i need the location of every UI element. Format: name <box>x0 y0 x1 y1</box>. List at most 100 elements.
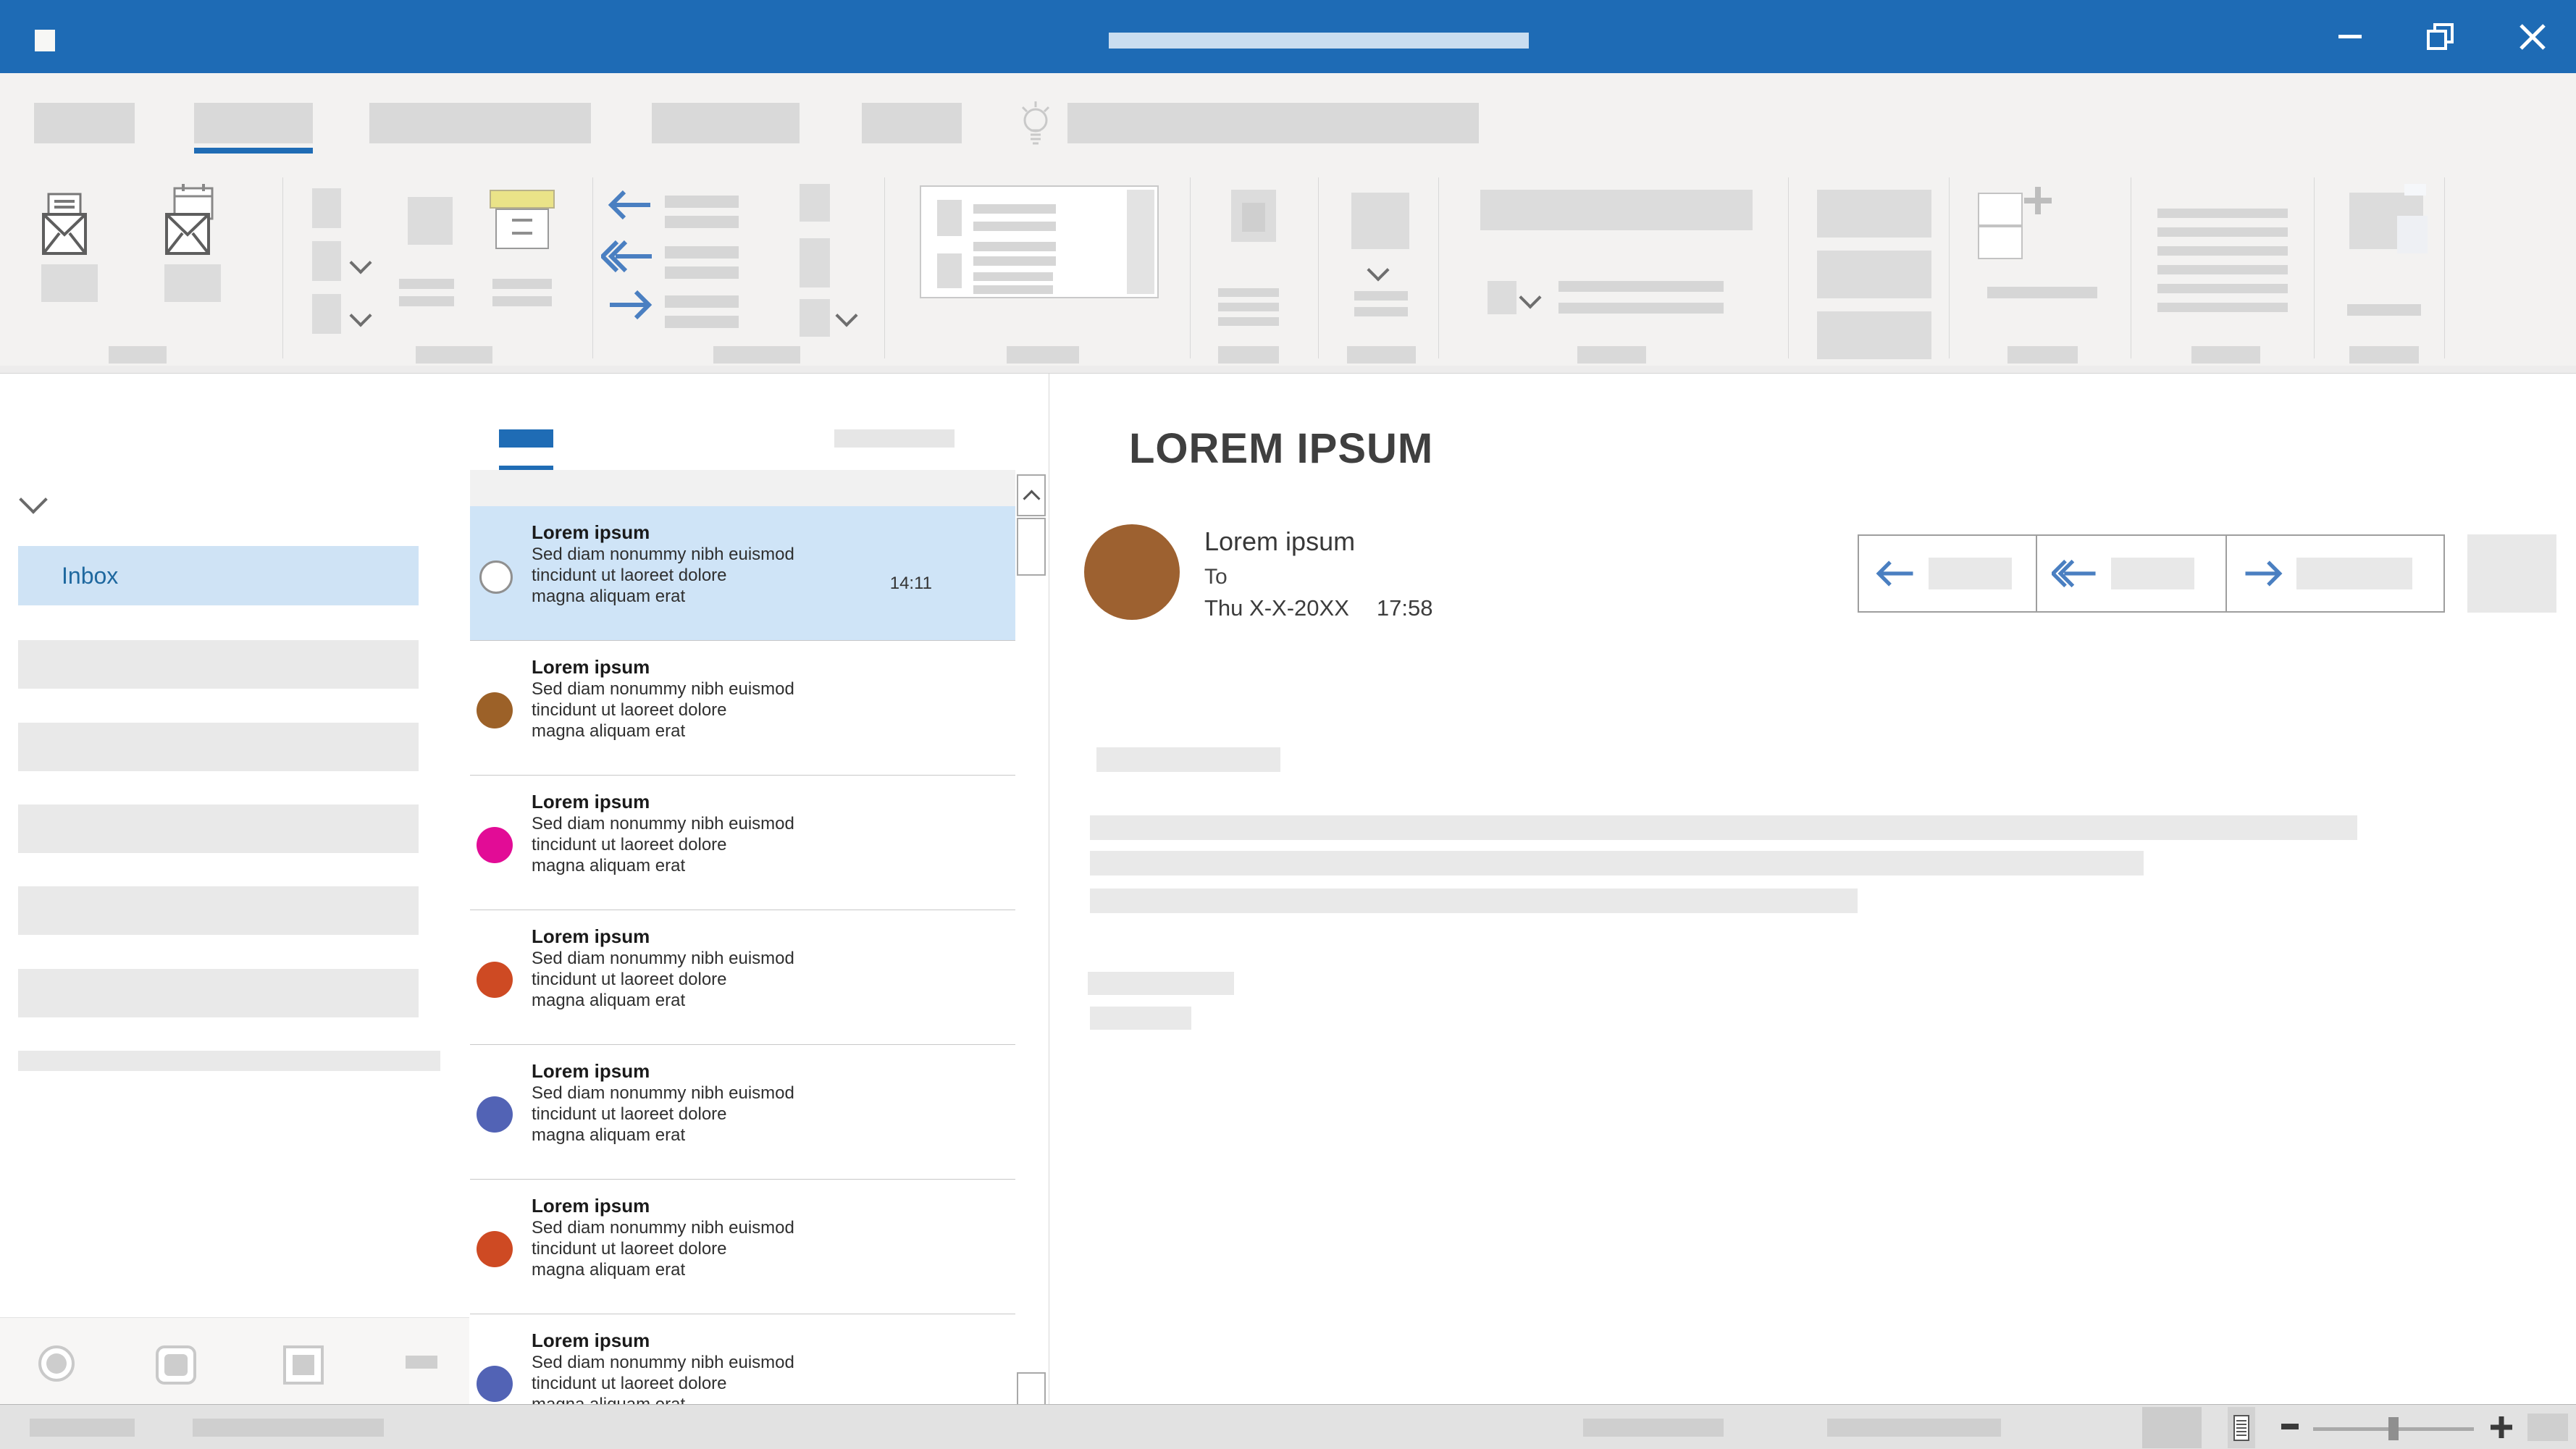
quick-steps-box[interactable] <box>920 185 1159 298</box>
cleanup-button-placeholder[interactable] <box>312 241 341 281</box>
email-list-item[interactable]: Lorem ipsum Sed diam nonummy nibh euismo… <box>470 776 1015 910</box>
ribbon-tab-view[interactable] <box>862 103 962 143</box>
email-list-item[interactable]: Lorem ipsum Sed diam nonummy nibh euismo… <box>470 1180 1015 1314</box>
reply-label-line <box>665 196 739 208</box>
ribbon-tab-home-active[interactable] <box>194 103 313 143</box>
reply-all-icon[interactable] <box>601 238 655 275</box>
group-divider <box>592 177 593 358</box>
reading-view-button[interactable] <box>2228 1407 2255 1448</box>
tasks-nav-icon[interactable] <box>406 1356 437 1369</box>
ribbon-tab-file[interactable] <box>34 103 135 143</box>
junk-button-placeholder[interactable] <box>312 294 341 334</box>
group8-placeholder[interactable] <box>1817 311 1931 359</box>
editing-line <box>2157 265 2288 274</box>
chevron-down-icon[interactable] <box>349 251 372 274</box>
tags-wide-placeholder[interactable] <box>1480 190 1753 230</box>
new-items-icon[interactable] <box>164 184 217 256</box>
ribbon-tab-sendreceive[interactable] <box>369 103 591 143</box>
app-icon[interactable] <box>35 30 55 51</box>
close-button[interactable] <box>2489 0 2576 73</box>
group8-placeholder[interactable] <box>1817 251 1931 298</box>
minimize-button[interactable] <box>2307 0 2394 73</box>
status-view-placeholder[interactable] <box>2142 1407 2202 1448</box>
chevron-down-icon[interactable] <box>1519 286 1541 308</box>
sidebar-folder-placeholder[interactable] <box>18 805 419 853</box>
group-divider <box>1190 177 1191 358</box>
chevron-down-icon[interactable] <box>349 304 372 327</box>
scroll-up-button[interactable] <box>1017 474 1046 516</box>
zoom-in-icon[interactable] <box>2488 1414 2514 1440</box>
sidebar-folder-placeholder[interactable] <box>18 1051 440 1071</box>
more-respond-placeholder[interactable] <box>800 299 830 337</box>
calendar-nav-icon[interactable] <box>156 1345 196 1385</box>
message-subject: LOREM IPSUM <box>1129 424 1433 473</box>
group-divider <box>2314 177 2315 358</box>
chevron-down-icon[interactable] <box>19 485 48 514</box>
categorize-placeholder[interactable] <box>1488 281 1516 314</box>
editing-line <box>2157 209 2288 218</box>
active-tab-underline <box>194 148 313 154</box>
ribbon-tab-folder[interactable] <box>652 103 800 143</box>
rules-button-placeholder[interactable] <box>1351 193 1409 249</box>
reply-all-label-line <box>665 246 739 259</box>
reply-button[interactable] <box>1858 534 2039 613</box>
zoom-level-placeholder <box>2527 1414 2568 1441</box>
message-actions-placeholder[interactable] <box>2467 534 2556 613</box>
group-caption-delete <box>416 346 492 364</box>
email-preview-line: tincidunt ut laoreet dolore <box>532 1373 794 1394</box>
delete-button-placeholder[interactable] <box>408 197 453 245</box>
email-preview-line: magna aliquam erat <box>532 1259 794 1280</box>
zoom-ribbon-icon[interactable] <box>2349 193 2423 249</box>
editing-line <box>2157 303 2288 312</box>
email-list-item[interactable]: Lorem ipsum Sed diam nonummy nibh euismo… <box>470 1045 1015 1180</box>
email-subject: Lorem ipsum <box>532 1329 794 1352</box>
quick-steps-scroll[interactable] <box>1127 190 1154 294</box>
reply-all-label-line <box>665 266 739 279</box>
new-group-placeholder[interactable] <box>1978 193 2023 226</box>
groups-label-line <box>1987 287 2097 298</box>
sidebar-folder-placeholder[interactable] <box>18 969 419 1017</box>
sort-by-dropdown-placeholder[interactable] <box>834 429 955 448</box>
email-list-item[interactable]: Lorem ipsum Sed diam nonummy nibh euismo… <box>470 910 1015 1045</box>
archive-icon[interactable] <box>490 190 555 249</box>
email-preview-line: Sed diam nonummy nibh euismod <box>532 948 794 969</box>
im-button-placeholder[interactable] <box>800 238 830 287</box>
sidebar-folder-placeholder[interactable] <box>18 640 419 689</box>
zoom-out-icon[interactable] <box>2281 1424 2299 1429</box>
inbox-label: Inbox <box>62 563 118 589</box>
chevron-down-icon[interactable] <box>835 304 857 327</box>
body-paragraph-placeholder <box>1090 889 1858 913</box>
tell-me-box-placeholder[interactable] <box>1067 103 1479 143</box>
sender-avatar <box>477 1231 513 1267</box>
reply-icon[interactable] <box>607 188 653 222</box>
email-subject: Lorem ipsum <box>532 925 794 948</box>
sidebar-folder-placeholder[interactable] <box>18 723 419 771</box>
email-list-item[interactable]: Lorem ipsum Sed diam nonummy nibh euismo… <box>470 641 1015 776</box>
list-scrollbar[interactable] <box>1015 470 1049 1405</box>
ribbon-tab-row <box>0 73 2576 167</box>
new-email-icon[interactable] <box>41 193 88 256</box>
reply-all-button[interactable] <box>2036 534 2228 613</box>
group-divider <box>2444 177 2445 358</box>
mail-nav-icon[interactable] <box>38 1345 75 1382</box>
forward-icon[interactable] <box>607 288 653 322</box>
email-list-item[interactable]: Lorem ipsum Sed diam nonummy nibh euismo… <box>470 506 1015 641</box>
email-list-item[interactable]: Lorem ipsum Sed diam nonummy nibh euismo… <box>470 1314 1015 1405</box>
sidebar-folder-placeholder[interactable] <box>18 886 419 935</box>
ignore-button-placeholder[interactable] <box>312 188 341 228</box>
people-nav-icon[interactable] <box>283 1345 324 1385</box>
body-paragraph-placeholder <box>1090 815 2357 840</box>
scroll-thumb[interactable] <box>1017 518 1046 576</box>
chevron-down-icon[interactable] <box>1367 259 1389 281</box>
scroll-down-button[interactable] <box>1017 1372 1046 1405</box>
email-preview-line: magna aliquam erat <box>532 586 794 607</box>
forward-button[interactable] <box>2225 534 2445 613</box>
restore-button[interactable] <box>2397 0 2484 73</box>
filter-tab-all[interactable] <box>499 429 553 448</box>
meeting-button-placeholder[interactable] <box>800 184 830 222</box>
browse-groups-placeholder[interactable] <box>1978 226 2023 259</box>
email-preview-line: Sed diam nonummy nibh euismod <box>532 1083 794 1104</box>
sidebar-item-inbox[interactable]: Inbox <box>18 546 419 605</box>
zoom-slider-thumb[interactable] <box>2388 1417 2399 1440</box>
group8-placeholder[interactable] <box>1817 190 1931 238</box>
